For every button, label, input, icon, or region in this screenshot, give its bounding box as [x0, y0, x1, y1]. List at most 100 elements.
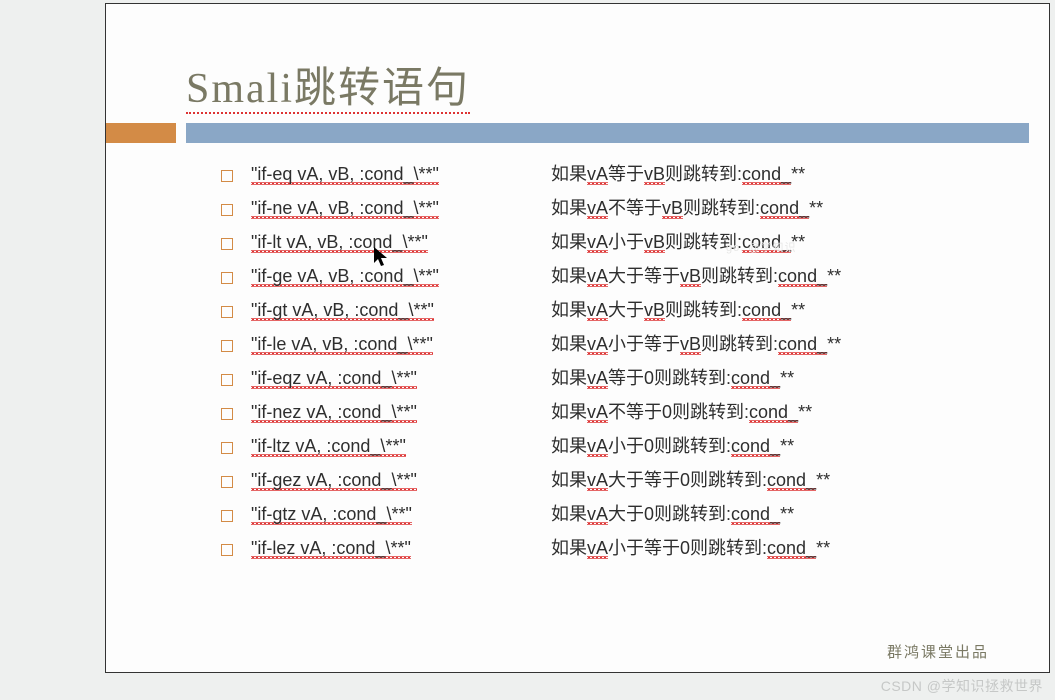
desc-tail: 则跳转到:	[701, 266, 778, 286]
code-column: "if-gez vA, :cond_\**"	[251, 471, 551, 489]
bullet-icon	[221, 238, 233, 250]
desc-column: 如果vA小于0则跳转到:cond_**	[551, 437, 989, 455]
va-token: vA	[587, 402, 608, 423]
desc-tail: 则跳转到:	[665, 300, 742, 320]
desc-mid: 小于等于0则跳转到:	[608, 538, 767, 558]
vb-token: vB	[680, 266, 701, 287]
va-token: vA	[587, 334, 608, 355]
desc-mid: 大于	[608, 300, 644, 320]
code-text: "if-le vA, vB, :cond_\**"	[251, 334, 433, 355]
bullet-icon	[221, 306, 233, 318]
va-token: vA	[587, 300, 608, 321]
vb-token: vB	[644, 232, 665, 253]
desc-mid: 等于0则跳转到:	[608, 368, 731, 388]
desc-column: 如果vA大于vB则跳转到:cond_**	[551, 301, 989, 319]
code-text: "if-gez vA, :cond_\**"	[251, 470, 417, 491]
code-column: "if-gt vA, vB, :cond_\**"	[251, 301, 551, 319]
accent-orange	[106, 123, 176, 143]
desc-mid: 等于	[608, 164, 644, 184]
code-column: "if-ltz vA, :cond_\**"	[251, 437, 551, 455]
desc-pre: 如果	[551, 164, 587, 184]
slide-canvas: Smali跳转语句 "if-eq vA, vB, :cond_\**"如果vA等…	[105, 3, 1050, 673]
bullet-icon	[221, 204, 233, 216]
code-column: "if-lt vA, vB, :cond_\**"	[251, 233, 551, 251]
desc-mid: 不等于0则跳转到:	[608, 402, 749, 422]
bullet-icon	[221, 442, 233, 454]
cond-token: cond_	[778, 266, 827, 287]
code-column: "if-gtz vA, :cond_\**"	[251, 505, 551, 523]
code-text: "if-eq vA, vB, :cond_\**"	[251, 164, 439, 185]
cond-token: cond_	[767, 470, 816, 491]
vb-token: vB	[662, 198, 683, 219]
desc-column: 如果vA等于vB则跳转到:cond_**	[551, 165, 989, 183]
suffix-text: **	[827, 334, 841, 354]
va-token: vA	[587, 266, 608, 287]
cond-token: cond_	[731, 368, 780, 389]
desc-pre: 如果	[551, 368, 587, 388]
desc-column: 如果vA不等于0则跳转到:cond_**	[551, 403, 989, 421]
desc-pre: 如果	[551, 402, 587, 422]
list-item: "if-ltz vA, :cond_\**"如果vA小于0则跳转到:cond_*…	[221, 437, 989, 455]
bullet-icon	[221, 374, 233, 386]
va-token: vA	[587, 198, 608, 219]
code-text: "if-ne vA, vB, :cond_\**"	[251, 198, 439, 219]
bullet-icon	[221, 272, 233, 284]
va-token: vA	[587, 436, 608, 457]
cond-token: cond_	[760, 198, 809, 219]
desc-column: 如果vA小于等于vB则跳转到:cond_**	[551, 335, 989, 353]
vb-token: vB	[644, 300, 665, 321]
desc-pre: 如果	[551, 436, 587, 456]
code-column: "if-eqz vA, :cond_\**"	[251, 369, 551, 387]
content-list: "if-eq vA, vB, :cond_\**"如果vA等于vB则跳转到:co…	[186, 165, 989, 557]
desc-pre: 如果	[551, 198, 587, 218]
list-item: "if-eqz vA, :cond_\**" 如果vA等于0则跳转到:cond_*…	[221, 369, 989, 387]
bullet-icon	[221, 476, 233, 488]
desc-tail: 则跳转到:	[683, 198, 760, 218]
credit-text: 群鸿课堂出品	[887, 641, 989, 662]
vb-token: vB	[680, 334, 701, 355]
list-item: "if-lt vA, vB, :cond_\**"如果vA小于vB则跳转到:co…	[221, 233, 989, 251]
cond-token: cond_	[731, 436, 780, 457]
accent-blue	[186, 123, 1029, 143]
list-item: "if-ge vA, vB, :cond_\**"如果vA大于等于vB则跳转到:…	[221, 267, 989, 285]
slide-title: Smali跳转语句	[186, 54, 989, 115]
faint-watermark: go. @学知识	[726, 239, 797, 255]
desc-pre: 如果	[551, 470, 587, 490]
desc-column: 如果vA大于等于vB则跳转到:cond_**	[551, 267, 989, 285]
cond-token: cond_	[731, 504, 780, 525]
list-item: "if-eq vA, vB, :cond_\**" 如果vA等于vB则跳转到:co…	[221, 165, 989, 183]
va-token: vA	[587, 232, 608, 253]
suffix-text: **	[780, 504, 794, 524]
list-item: "if-le vA, vB, :cond_\**" 如果vA小于等于vB则跳转到:…	[221, 335, 989, 353]
desc-column: 如果vA等于0则跳转到:cond_**	[551, 369, 989, 387]
va-token: vA	[587, 470, 608, 491]
code-text: "if-eqz vA, :cond_\**"	[251, 368, 417, 389]
code-column: "if-ge vA, vB, :cond_\**"	[251, 267, 551, 285]
desc-mid: 小于等于	[608, 334, 680, 354]
code-text: "if-gt vA, vB, :cond_\**"	[251, 300, 434, 321]
cond-token: cond_	[742, 164, 791, 185]
desc-tail: 则跳转到:	[665, 164, 742, 184]
platform-watermark: CSDN @学知识拯救世界	[881, 676, 1043, 696]
suffix-text: **	[780, 436, 794, 456]
bullet-icon	[221, 544, 233, 556]
va-token: vA	[587, 368, 608, 389]
desc-pre: 如果	[551, 334, 587, 354]
va-token: vA	[587, 538, 608, 559]
code-column: "if-ne vA, vB, :cond_\**"	[251, 199, 551, 217]
bullet-icon	[221, 510, 233, 522]
code-column: "if-nez vA, :cond_\**"	[251, 403, 551, 421]
desc-pre: 如果	[551, 266, 587, 286]
code-text: "if-lez vA, :cond_\**"	[251, 538, 411, 559]
desc-mid: 小于	[608, 232, 644, 252]
bullet-icon	[221, 340, 233, 352]
cond-token: cond_	[749, 402, 798, 423]
desc-mid: 大于等于	[608, 266, 680, 286]
desc-mid: 大于等于0则跳转到:	[608, 470, 767, 490]
vb-token: vB	[644, 164, 665, 185]
cond-token: cond_	[742, 300, 791, 321]
desc-tail: 则跳转到:	[701, 334, 778, 354]
desc-column: 如果vA大于等于0则跳转到:cond_**	[551, 471, 989, 489]
desc-mid: 大于0则跳转到:	[608, 504, 731, 524]
desc-pre: 如果	[551, 300, 587, 320]
